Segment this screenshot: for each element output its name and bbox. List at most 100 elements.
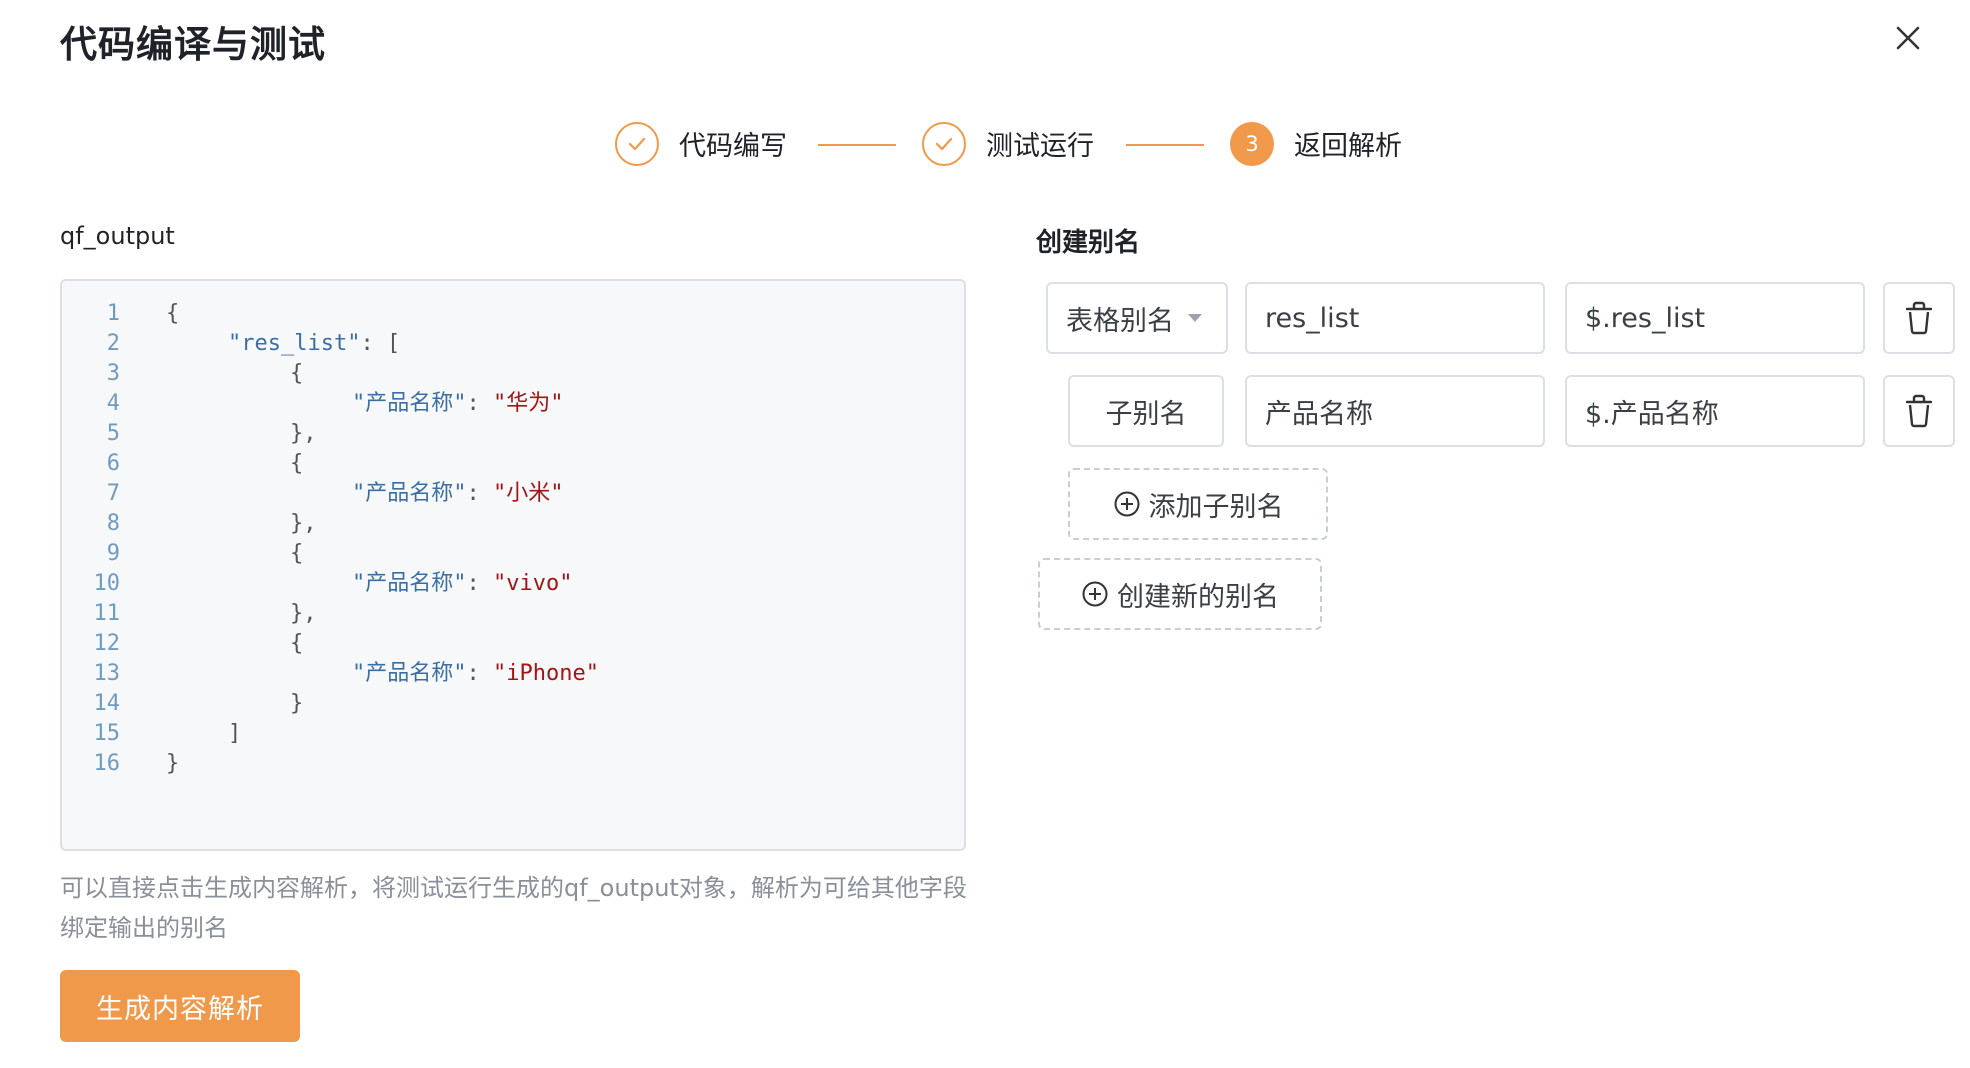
json-punctuation: } bbox=[166, 751, 180, 776]
alias-type-label: 表格别名 bbox=[1066, 305, 1174, 337]
line-number: 3 bbox=[106, 361, 120, 386]
json-punctuation: : bbox=[466, 481, 493, 506]
alias-path-input[interactable]: $.res_list bbox=[1565, 282, 1865, 354]
json-string: "华为" bbox=[493, 391, 564, 416]
code-text: "产品名称": "vivo" bbox=[352, 569, 572, 599]
step-1-label: 代码编写 bbox=[679, 131, 787, 162]
code-line: 6{ bbox=[62, 449, 964, 479]
step-3-label: 返回解析 bbox=[1294, 131, 1402, 162]
alias-type-select[interactable]: 表格别名 bbox=[1046, 282, 1228, 354]
json-punctuation: } bbox=[290, 691, 304, 716]
plus-circle-icon bbox=[1082, 581, 1108, 607]
delete-button[interactable] bbox=[1883, 282, 1955, 354]
json-punctuation: { bbox=[290, 631, 304, 656]
line-number: 13 bbox=[93, 661, 121, 686]
code-panel-title: qf_output bbox=[60, 222, 175, 250]
line-number: 7 bbox=[106, 481, 120, 506]
code-line: 16} bbox=[62, 749, 964, 779]
trash-icon bbox=[1905, 394, 1933, 428]
code-line: 2 "res_list": [ bbox=[62, 329, 964, 359]
line-number: 11 bbox=[93, 601, 121, 626]
code-line: 13 "产品名称": "iPhone" bbox=[62, 659, 964, 689]
json-key: "产品名称" bbox=[352, 481, 467, 506]
json-string: "iPhone" bbox=[493, 661, 599, 686]
code-text: { bbox=[166, 299, 179, 329]
json-string: "小米" bbox=[493, 481, 564, 506]
json-punctuation: : bbox=[466, 571, 493, 596]
line-number: 1 bbox=[106, 301, 120, 326]
code-text: "产品名称": "华为" bbox=[352, 389, 564, 419]
line-number: 2 bbox=[106, 331, 120, 356]
json-punctuation: { bbox=[166, 301, 180, 326]
trash-icon bbox=[1905, 301, 1933, 335]
json-key: "产品名称" bbox=[352, 391, 467, 416]
code-text: }, bbox=[290, 509, 317, 539]
delete-child-button[interactable] bbox=[1883, 375, 1955, 447]
json-punctuation: }, bbox=[290, 421, 317, 446]
create-new-alias-label: 创建新的别名 bbox=[1117, 581, 1279, 613]
json-key: "res_list" bbox=[228, 331, 361, 356]
code-text: { bbox=[290, 449, 303, 479]
code-text: }, bbox=[290, 419, 317, 449]
json-string: "vivo" bbox=[493, 571, 573, 596]
line-number: 5 bbox=[106, 421, 120, 446]
code-line: 4 "产品名称": "华为" bbox=[62, 389, 964, 419]
code-text: { bbox=[290, 359, 303, 389]
code-line: 11}, bbox=[62, 599, 964, 629]
code-text: "产品名称": "iPhone" bbox=[352, 659, 599, 689]
step-1-check-icon bbox=[615, 122, 659, 166]
code-text: { bbox=[290, 629, 303, 659]
alias-name-input[interactable]: res_list bbox=[1245, 282, 1545, 354]
add-child-alias-button[interactable]: 添加子别名 bbox=[1068, 468, 1328, 540]
code-line: 9{ bbox=[62, 539, 964, 569]
code-text: }, bbox=[290, 599, 317, 629]
line-number: 6 bbox=[106, 451, 120, 476]
code-text: ] bbox=[228, 719, 241, 749]
step-3-number: 3 bbox=[1230, 122, 1274, 166]
json-punctuation: : [ bbox=[360, 331, 401, 356]
line-number: 9 bbox=[106, 541, 120, 566]
line-number: 14 bbox=[93, 691, 121, 716]
code-text: "产品名称": "小米" bbox=[352, 479, 564, 509]
code-viewer[interactable]: 1{2 "res_list": [3{4 "产品名称": "华为" 5}, 6{7 "产品… bbox=[60, 279, 966, 851]
json-key: "产品名称" bbox=[352, 661, 467, 686]
code-text: } bbox=[166, 749, 179, 779]
create-new-alias-button[interactable]: 创建新的别名 bbox=[1038, 558, 1322, 630]
json-punctuation: : bbox=[466, 661, 493, 686]
step-2-label: 测试运行 bbox=[986, 131, 1094, 162]
json-punctuation: { bbox=[290, 451, 304, 476]
help-text: 可以直接点击生成内容解析，将测试运行生成的qf_output对象，解析为可给其他… bbox=[60, 874, 967, 942]
generate-parse-button[interactable]: 生成内容解析 bbox=[60, 970, 300, 1042]
add-child-alias-label: 添加子别名 bbox=[1148, 491, 1284, 523]
code-line: 14} bbox=[62, 689, 964, 719]
code-line: 1{ bbox=[62, 299, 964, 329]
code-text: } bbox=[290, 689, 303, 719]
line-number: 16 bbox=[93, 751, 121, 776]
code-line: 3{ bbox=[62, 359, 964, 389]
dialog-title: 代码编译与测试 bbox=[60, 23, 326, 66]
code-line: 7 "产品名称": "小米" bbox=[62, 479, 964, 509]
child-alias-path-input[interactable]: $.产品名称 bbox=[1565, 375, 1865, 447]
code-line: 8}, bbox=[62, 509, 964, 539]
steps-indicator: 代码编写 测试运行 3 返回解析 bbox=[0, 118, 1970, 174]
line-number: 10 bbox=[93, 571, 121, 596]
line-number: 4 bbox=[106, 391, 120, 416]
json-punctuation: }, bbox=[290, 601, 317, 626]
json-punctuation: }, bbox=[290, 511, 317, 536]
line-number: 8 bbox=[106, 511, 120, 536]
json-punctuation: : bbox=[466, 391, 493, 416]
alias-panel-title: 创建别名 bbox=[1036, 228, 1141, 258]
json-punctuation: ] bbox=[228, 721, 242, 746]
code-text: "res_list": [ bbox=[228, 329, 400, 359]
code-text: { bbox=[290, 539, 303, 569]
line-number: 15 bbox=[93, 721, 121, 746]
line-number: 12 bbox=[93, 631, 121, 656]
json-key: "产品名称" bbox=[352, 571, 467, 596]
step-connector bbox=[818, 144, 896, 146]
step-2-check-icon bbox=[922, 122, 966, 166]
child-alias-name-input[interactable]: 产品名称 bbox=[1245, 375, 1545, 447]
child-alias-type: 子别名 bbox=[1068, 375, 1224, 447]
json-punctuation: { bbox=[290, 361, 304, 386]
close-icon[interactable] bbox=[1892, 22, 1924, 54]
code-line: 15] bbox=[62, 719, 964, 749]
